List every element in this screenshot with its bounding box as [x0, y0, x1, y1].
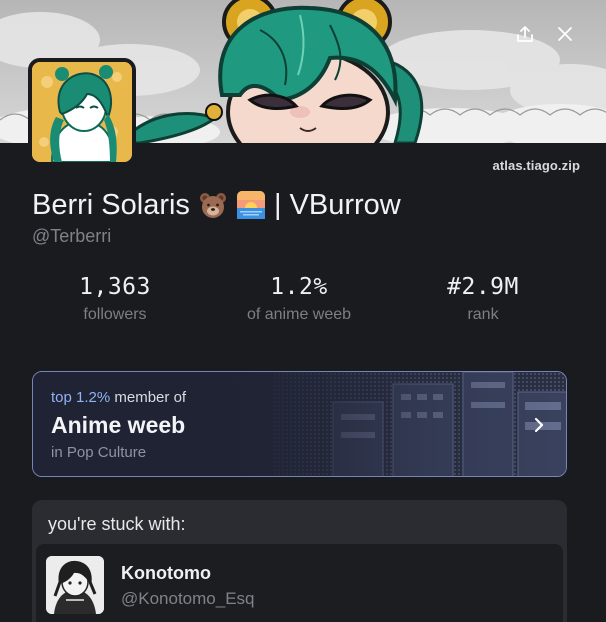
- share-button[interactable]: [511, 20, 539, 48]
- bear-face-emoji: [198, 190, 228, 220]
- stat-value: #2.9M: [447, 274, 519, 300]
- chevron-right-icon: [534, 417, 544, 433]
- close-icon: [558, 27, 572, 41]
- community-category: in Pop Culture: [51, 444, 147, 461]
- avatar: [46, 556, 104, 614]
- list-item[interactable]: Konotomo @Konotomo_Esq: [36, 544, 563, 622]
- stuck-with-panel: you're stuck with: Konotomo @Konotomo_Es…: [32, 500, 567, 622]
- display-name: Berri Solaris | VBurrow: [32, 185, 401, 225]
- community-card[interactable]: top 1.2% member of Anime weeb in Pop Cul…: [32, 371, 567, 477]
- share-icon: [517, 26, 533, 42]
- stat-value: 1,363: [79, 274, 151, 300]
- stat-rank: #2.9M rank: [388, 274, 578, 324]
- stuck-with-title: you're stuck with:: [48, 514, 186, 534]
- avatar-image: [32, 62, 132, 162]
- card-rank-rest: member of: [110, 389, 187, 406]
- display-name-suffix: | VBurrow: [273, 188, 401, 221]
- card-rank-line: top 1.2% member of: [51, 389, 186, 406]
- site-link[interactable]: atlas.tiago.zip: [460, 158, 580, 173]
- display-name-text: Berri Solaris: [32, 188, 190, 221]
- community-title: Anime weeb: [51, 412, 186, 438]
- avatar[interactable]: [28, 58, 136, 166]
- card-rank-highlight: top 1.2%: [51, 389, 111, 406]
- close-button[interactable]: [551, 20, 579, 48]
- profile-popup: atlas.tiago.zip Berri Solaris | VBurrow …: [0, 0, 606, 622]
- stat-label: followers: [83, 306, 147, 323]
- stat-label: rank: [467, 306, 499, 323]
- stat-followers: 1,363 followers: [20, 274, 210, 324]
- stat-percentile: 1.2% of anime weeb: [204, 274, 394, 324]
- profile-handle: @Terberri: [32, 226, 112, 246]
- sunrise-emoji: [236, 190, 266, 220]
- stat-value: 1.2%: [270, 274, 328, 300]
- stuck-with-handle: @Konotomo_Esq: [121, 589, 255, 608]
- stat-label: of anime weeb: [246, 306, 352, 323]
- stuck-with-name: Konotomo: [121, 563, 211, 583]
